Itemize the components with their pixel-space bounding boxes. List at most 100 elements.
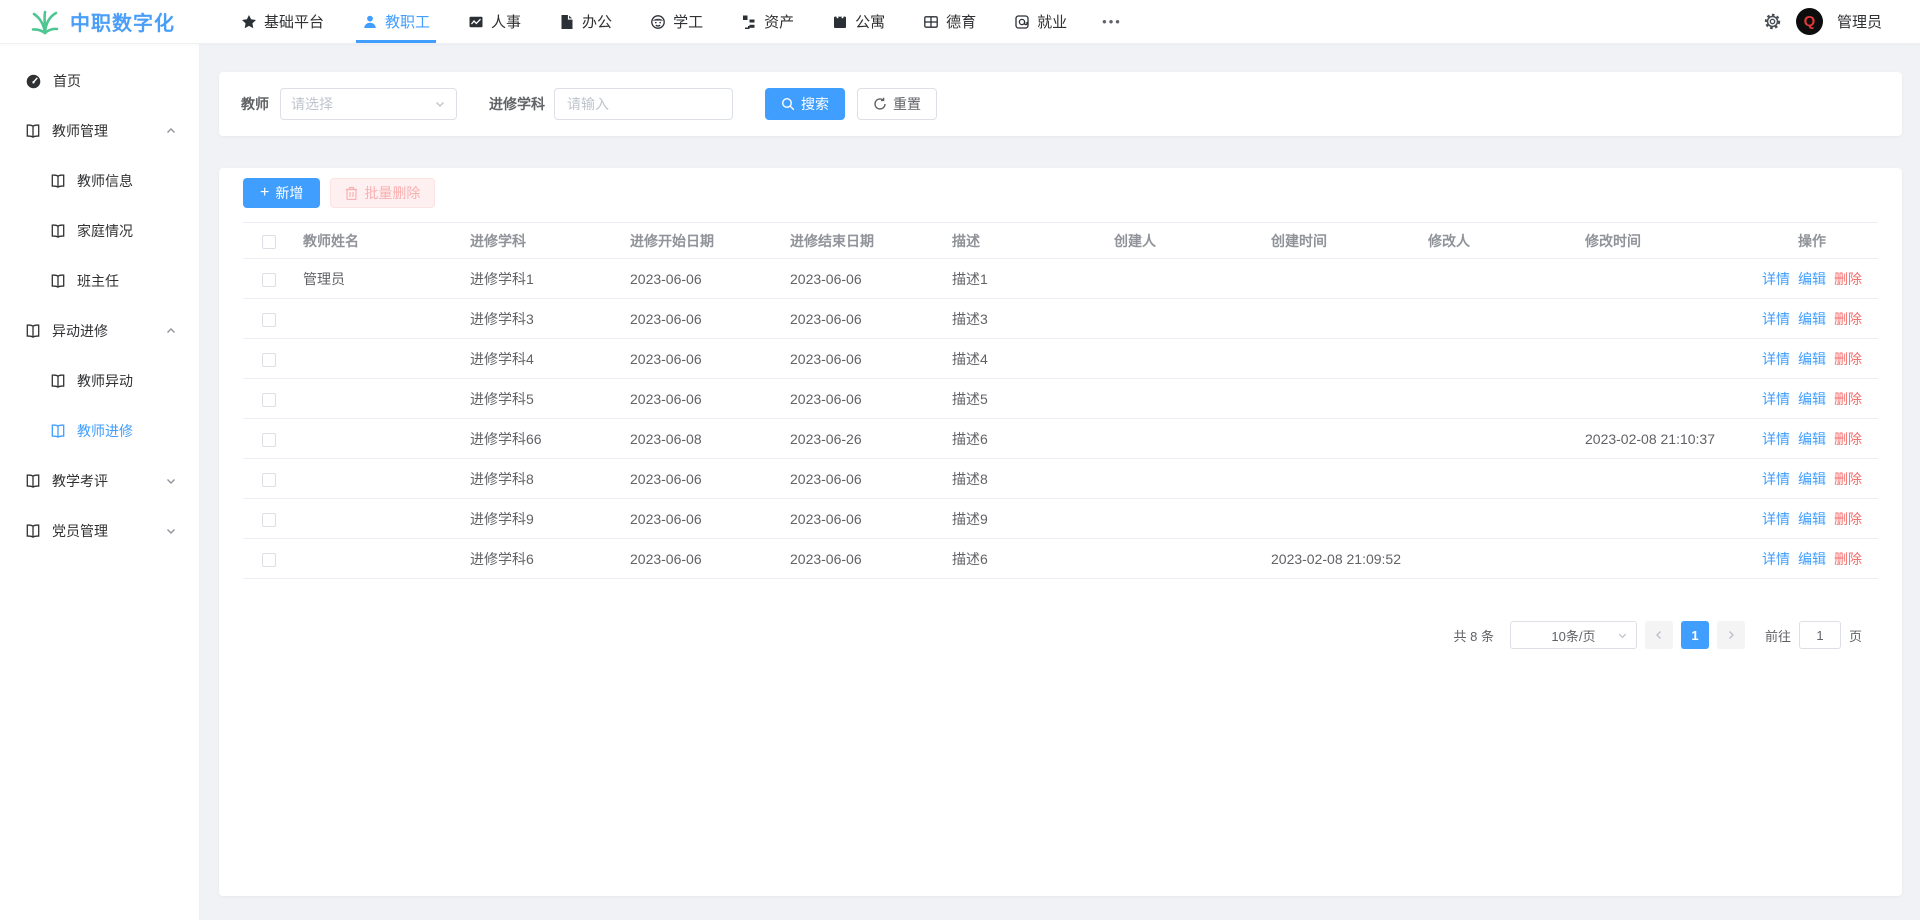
sidebar-item-party-mgmt[interactable]: 党员管理 <box>0 506 199 556</box>
delete-link[interactable]: 删除 <box>1834 351 1862 367</box>
top-nav-menu: 基础平台 教职工 人事 办公 学工 <box>222 0 1138 43</box>
sidebar-item-teacher-mgmt[interactable]: 教师管理 <box>0 106 199 156</box>
teacher-select-placeholder: 请选择 <box>291 94 333 114</box>
delete-link[interactable]: 删除 <box>1834 471 1862 487</box>
user-avatar[interactable]: Q <box>1796 8 1823 35</box>
detail-link[interactable]: 详情 <box>1762 311 1790 327</box>
detail-link[interactable]: 详情 <box>1762 471 1790 487</box>
batch-delete-button[interactable]: 批量删除 <box>330 178 435 208</box>
prev-page-button[interactable] <box>1645 621 1673 649</box>
select-all-checkbox[interactable] <box>262 235 276 249</box>
delete-link[interactable]: 删除 <box>1834 391 1862 407</box>
nav-item-student[interactable]: 学工 <box>640 0 713 43</box>
detail-link[interactable]: 详情 <box>1762 271 1790 287</box>
delete-link[interactable]: 删除 <box>1834 511 1862 527</box>
nav-item-hr[interactable]: 人事 <box>458 0 531 43</box>
cell-name <box>295 539 462 579</box>
book-icon <box>50 273 66 289</box>
cell-start-date: 2023-06-06 <box>622 539 782 579</box>
main-content: 教师 请选择 进修学科 搜索 重置 + 新增 <box>200 44 1920 920</box>
nav-item-platform[interactable]: 基础平台 <box>231 0 334 43</box>
nav-item-label: 就业 <box>1037 11 1067 32</box>
book-icon <box>25 123 41 139</box>
batch-delete-label: 批量删除 <box>364 183 420 203</box>
edit-link[interactable]: 编辑 <box>1798 351 1826 367</box>
pagination: 共 8 条 10条/页 1 前往 页 <box>243 621 1878 649</box>
nav-item-employment[interactable]: 就业 <box>1004 0 1077 43</box>
cell-modifier <box>1420 339 1577 379</box>
cell-creator <box>1106 419 1263 459</box>
delete-link[interactable]: 删除 <box>1834 311 1862 327</box>
reset-button[interactable]: 重置 <box>857 88 937 120</box>
sidebar-item-teaching-eval[interactable]: 教学考评 <box>0 456 199 506</box>
table-card: + 新增 批量删除 教师姓名 <box>219 168 1902 896</box>
user-name[interactable]: 管理员 <box>1837 11 1882 32</box>
nav-item-office[interactable]: 办公 <box>549 0 622 43</box>
detail-link[interactable]: 详情 <box>1762 551 1790 567</box>
cell-description: 描述3 <box>944 299 1106 339</box>
detail-link[interactable]: 详情 <box>1762 511 1790 527</box>
nav-item-staff[interactable]: 教职工 <box>352 0 440 43</box>
cell-create-time: 2023-02-08 21:09:52 <box>1263 539 1420 579</box>
cell-end-date: 2023-06-06 <box>782 299 944 339</box>
edit-link[interactable]: 编辑 <box>1798 311 1826 327</box>
cell-creator <box>1106 379 1263 419</box>
chevron-down-icon <box>165 525 177 537</box>
cell-modify-time <box>1577 499 1746 539</box>
goto-page-input[interactable] <box>1799 621 1841 649</box>
delete-link[interactable]: 删除 <box>1834 551 1862 567</box>
edit-link[interactable]: 编辑 <box>1798 391 1826 407</box>
edit-link[interactable]: 编辑 <box>1798 551 1826 567</box>
nav-item-assets[interactable]: 资产 <box>731 0 804 43</box>
detail-link[interactable]: 详情 <box>1762 351 1790 367</box>
edit-link[interactable]: 编辑 <box>1798 431 1826 447</box>
row-actions-cell: 详情编辑删除 <box>1746 379 1878 419</box>
sidebar-item-transfer-training[interactable]: 异动进修 <box>0 306 199 356</box>
cell-name <box>295 459 462 499</box>
cell-name <box>295 419 462 459</box>
delete-link[interactable]: 删除 <box>1834 431 1862 447</box>
row-checkbox[interactable] <box>262 433 276 447</box>
teacher-select[interactable]: 请选择 <box>280 88 457 120</box>
row-checkbox[interactable] <box>262 313 276 327</box>
row-checkbox[interactable] <box>262 393 276 407</box>
cell-start-date: 2023-06-06 <box>622 259 782 299</box>
chevron-up-icon <box>165 125 177 137</box>
row-checkbox[interactable] <box>262 553 276 567</box>
delete-link[interactable]: 删除 <box>1834 271 1862 287</box>
row-checkbox[interactable] <box>262 273 276 287</box>
subject-input[interactable] <box>554 88 733 120</box>
edit-link[interactable]: 编辑 <box>1798 471 1826 487</box>
sidebar-item-teacher-info[interactable]: 教师信息 <box>0 156 199 206</box>
row-checkbox[interactable] <box>262 473 276 487</box>
cell-name <box>295 299 462 339</box>
page-size-select[interactable]: 10条/页 <box>1510 621 1637 649</box>
cell-create-time <box>1263 379 1420 419</box>
book-icon <box>50 173 66 189</box>
sidebar-item-teacher-transfer[interactable]: 教师异动 <box>0 356 199 406</box>
next-page-button[interactable] <box>1717 621 1745 649</box>
sidebar-item-label: 首页 <box>53 71 81 91</box>
page-number-button[interactable]: 1 <box>1681 621 1709 649</box>
row-checkbox[interactable] <box>262 513 276 527</box>
sidebar-item-home[interactable]: 首页 <box>0 56 199 106</box>
add-button[interactable]: + 新增 <box>243 178 320 208</box>
nav-item-label: 学工 <box>673 11 703 32</box>
detail-link[interactable]: 详情 <box>1762 391 1790 407</box>
nav-item-moral[interactable]: 德育 <box>913 0 986 43</box>
edit-link[interactable]: 编辑 <box>1798 271 1826 287</box>
row-checkbox[interactable] <box>262 353 276 367</box>
cell-end-date: 2023-06-06 <box>782 379 944 419</box>
nav-more-button[interactable]: ••• <box>1096 14 1128 29</box>
col-header-teacher-name: 教师姓名 <box>295 223 462 259</box>
nav-item-label: 人事 <box>491 11 521 32</box>
search-button[interactable]: 搜索 <box>765 88 845 120</box>
sidebar-item-head-teacher[interactable]: 班主任 <box>0 256 199 306</box>
nav-item-apartment[interactable]: 公寓 <box>822 0 895 43</box>
settings-gear-icon[interactable] <box>1763 12 1782 31</box>
edit-link[interactable]: 编辑 <box>1798 511 1826 527</box>
detail-link[interactable]: 详情 <box>1762 431 1790 447</box>
sidebar-item-teacher-training[interactable]: 教师进修 <box>0 406 199 456</box>
col-header-description: 描述 <box>944 223 1106 259</box>
sidebar-item-family[interactable]: 家庭情况 <box>0 206 199 256</box>
